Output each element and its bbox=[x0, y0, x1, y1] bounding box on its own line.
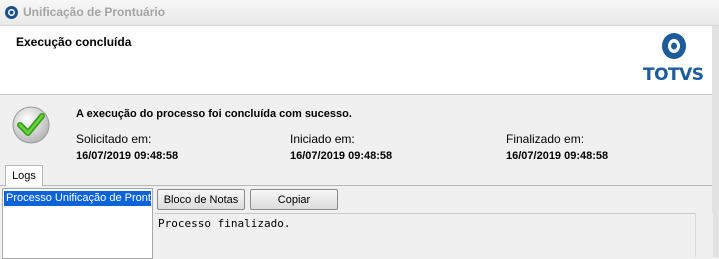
totvs-logo: TOTVS bbox=[643, 31, 704, 91]
list-item[interactable]: Processo Unificação de Prontuário bbox=[4, 191, 151, 206]
dialog-header: Execução concluída TOTVS bbox=[0, 26, 712, 95]
requested-value: 16/07/2019 09:48:58 bbox=[76, 150, 179, 162]
header-title: Execução concluída bbox=[16, 35, 132, 49]
title-bar: Unificação de Prontuário bbox=[0, 0, 719, 26]
totvs-logo-icon bbox=[662, 33, 686, 59]
tab-logs[interactable]: Logs bbox=[5, 165, 43, 186]
notepad-button[interactable]: Bloco de Notas bbox=[157, 189, 245, 210]
started-value: 16/07/2019 09:48:58 bbox=[290, 150, 393, 162]
vertical-scrollbar[interactable] bbox=[695, 213, 713, 257]
requested-label: Solicitado em: bbox=[76, 132, 152, 146]
app-icon bbox=[5, 6, 18, 19]
log-output[interactable]: Processo finalizado. bbox=[155, 213, 695, 257]
totvs-logo-text: TOTVS bbox=[643, 65, 704, 85]
finished-value: 16/07/2019 09:48:58 bbox=[506, 150, 609, 162]
log-list[interactable]: Processo Unificação de Prontuário bbox=[2, 188, 153, 259]
finished-label: Finalizado em: bbox=[506, 132, 585, 146]
success-message: A execução do processo foi concluída com… bbox=[76, 108, 352, 120]
started-label: Iniciado em: bbox=[290, 132, 355, 146]
window-edge bbox=[712, 26, 719, 257]
copy-button[interactable]: Copiar bbox=[250, 189, 338, 210]
window-title: Unificação de Prontuário bbox=[23, 5, 166, 19]
success-check-icon bbox=[12, 106, 50, 144]
